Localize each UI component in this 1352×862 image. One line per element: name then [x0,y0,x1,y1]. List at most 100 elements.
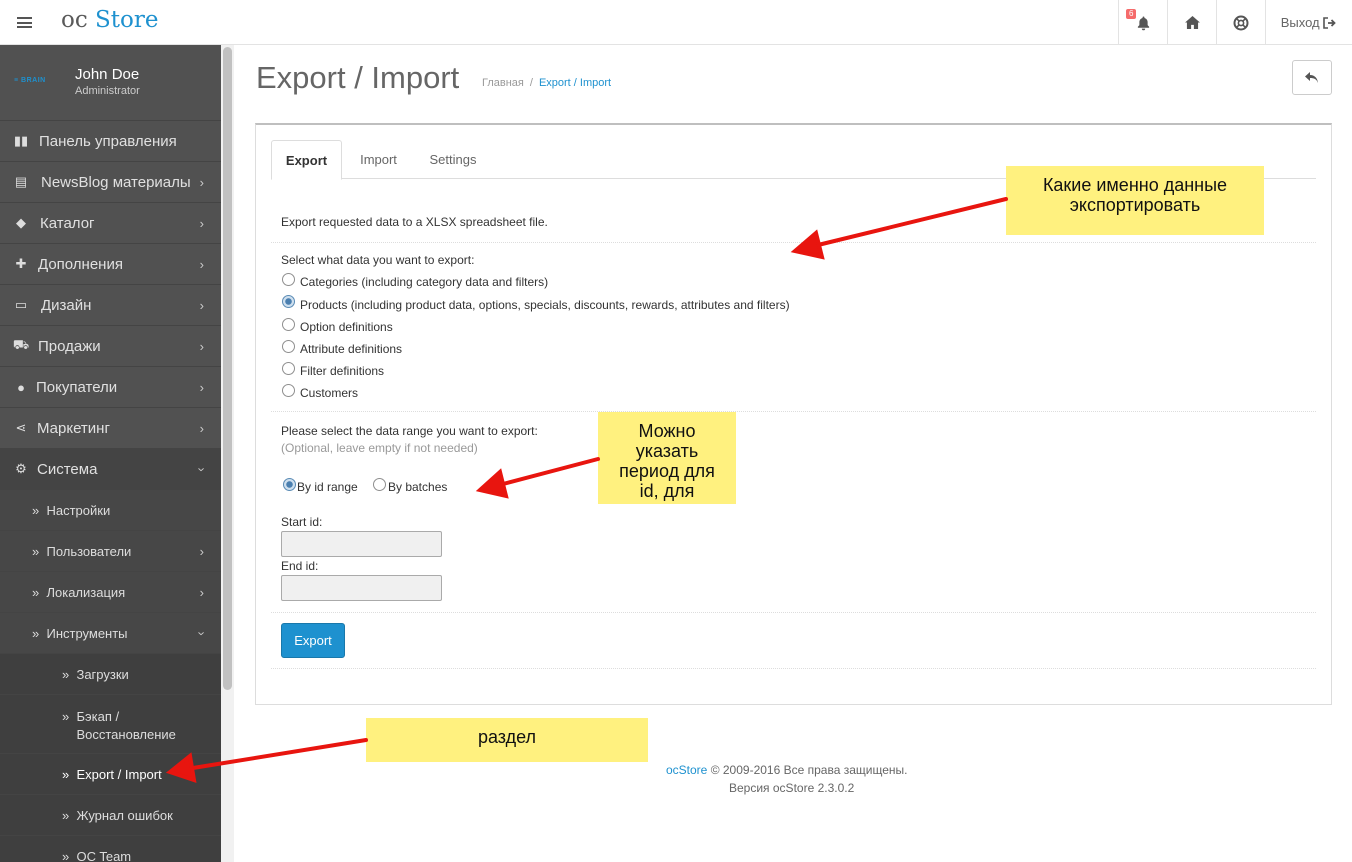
sidebar-item-dashboard[interactable]: ▮▮ Панель управления [0,121,221,162]
sidebar-subitem-settings[interactable]: » Настройки [0,490,221,531]
sidebar-subsub-backup[interactable]: » Бэкап / Восстановление [0,695,221,754]
notifications-button[interactable]: 6 [1118,0,1167,45]
footer-version: Версия ocStore 2.3.0.2 [729,781,855,795]
bell-icon [1137,15,1149,30]
chevron-down-icon: › [194,630,210,636]
select-data-label: Select what data you want to export: [281,253,475,267]
menu-toggle-button[interactable] [0,0,48,45]
sidebar-item-design[interactable]: ▭ Дизайн › [0,285,221,326]
newspaper-icon: ▤ [14,174,28,189]
top-header: oc Store 6 Выход [0,0,1352,45]
chevron-right-icon: › [199,584,204,600]
sidebar-subsub-oc-team[interactable]: » OC Team [0,836,221,862]
radio-customers[interactable] [282,384,295,397]
range-label: Please select the data range you want to… [281,424,538,438]
end-id-input[interactable] [281,575,442,601]
sidebar-subsub-uploads[interactable]: » Загрузки [0,654,221,695]
puzzle-icon: ✚ [15,256,27,271]
option-filter-definitions-label: Filter definitions [300,364,385,378]
radio-filter-definitions[interactable] [282,362,295,375]
option-customers-label: Customers [300,386,359,400]
sidebar-scrollbar[interactable] [221,45,234,862]
divider [271,411,1316,412]
start-id-input[interactable] [281,531,442,557]
sidebar-item-extensions[interactable]: ✚ Дополнения › [0,244,221,285]
option-products-label: Products (including product data, option… [300,298,790,312]
tab-import[interactable]: Import [346,140,411,179]
end-id-label: End id: [281,559,319,573]
sidebar-item-newsblog[interactable]: ▤ NewsBlog материалы › [0,162,221,203]
sign-out-icon [1323,16,1337,29]
sidebar-item-marketing[interactable]: ⋖ Маркетинг › [0,408,221,449]
divider [271,668,1316,669]
divider [271,612,1316,613]
breadcrumb-current[interactable]: Export / Import [539,77,611,89]
user-profile[interactable]: ≡ BRAIN John Doe Administrator [0,45,221,121]
sidebar-item-catalog[interactable]: ◆ Каталог › [0,203,221,244]
chevron-right-icon: › [199,256,204,272]
range-hint: (Optional, leave empty if not needed) [281,441,478,455]
footer-copyright: ocStore © 2009-2016 Все права защищены. [666,763,908,777]
by-batches-label: By batches [388,480,448,494]
user-icon: ● [17,379,25,395]
chevron-right-icon: › [199,420,204,436]
footer-brand-link[interactable]: ocStore [666,763,707,777]
home-button[interactable] [1167,0,1216,45]
home-icon [1184,16,1200,29]
export-button[interactable]: Export [281,623,345,658]
chevron-right-icon: › [199,543,204,559]
support-button[interactable] [1216,0,1265,45]
logout-button[interactable]: Выход [1265,0,1352,45]
reply-icon [1305,71,1318,83]
share-icon: ⋖ [15,420,27,435]
user-name: John Doe [75,66,140,83]
radio-option-definitions[interactable] [282,318,295,331]
desktop-icon: ▭ [14,297,28,312]
chevron-right-icon: › [199,379,204,395]
annotation-note-period: Можно указать период для id, для [598,412,736,504]
back-button[interactable] [1292,60,1332,95]
annotation-note-section: раздел [366,718,648,762]
avatar: ≡ BRAIN [14,77,46,84]
hamburger-icon [16,17,32,28]
sidebar: ≡ BRAIN John Doe Administrator ▮▮ Панель… [0,45,221,862]
option-option-definitions-label: Option definitions [300,320,393,334]
sidebar-subitem-tools[interactable]: » Инструменты › [0,613,221,654]
radio-categories[interactable] [282,273,295,286]
chevron-right-icon: › [199,338,204,354]
annotation-note-data-choice: Какие именно данные экспортировать [1006,166,1264,235]
tab-settings[interactable]: Settings [419,140,487,179]
by-id-range-label: By id range [297,480,358,494]
breadcrumb-home[interactable]: Главная [482,77,524,89]
tab-export[interactable]: Export [271,140,342,180]
chevron-right-icon: › [199,215,204,231]
export-intro: Export requested data to a XLSX spreadsh… [281,215,548,229]
dashboard-icon: ▮▮ [13,133,29,148]
sidebar-subsub-export-import[interactable]: » Export / Import [0,754,221,795]
sidebar-subsub-error-log[interactable]: » Журнал ошибок [0,795,221,836]
sidebar-item-sales[interactable]: ⛟ Продажи › [0,326,221,367]
gear-icon: ⚙ [15,461,27,476]
divider [271,242,1316,243]
sidebar-item-customers[interactable]: ● Покупатели › [0,367,221,408]
sidebar-item-system[interactable]: ⚙ Система › [0,449,221,490]
radio-by-batches[interactable] [373,478,386,491]
breadcrumb: Главная / Export / Import [482,77,612,89]
lifebuoy-icon [1233,15,1249,30]
radio-by-id-range[interactable] [283,478,296,491]
radio-attribute-definitions[interactable] [282,340,295,353]
tags-icon: ◆ [16,215,26,230]
radio-products[interactable] [282,295,295,308]
scrollbar-thumb[interactable] [223,47,232,690]
chevron-right-icon: › [199,174,204,190]
chevron-right-icon: › [199,297,204,313]
sidebar-subitem-users[interactable]: » Пользователи › [0,531,221,572]
logo[interactable]: oc Store [61,7,159,33]
notification-badge: 6 [1126,9,1137,19]
chevron-down-icon: › [194,466,210,472]
page-title: Export / Import [256,60,460,95]
sidebar-subitem-localisation[interactable]: » Локализация › [0,572,221,613]
option-categories-label: Categories (including category data and … [300,275,549,289]
start-id-label: Start id: [281,515,323,529]
option-attribute-definitions-label: Attribute definitions [300,342,403,356]
